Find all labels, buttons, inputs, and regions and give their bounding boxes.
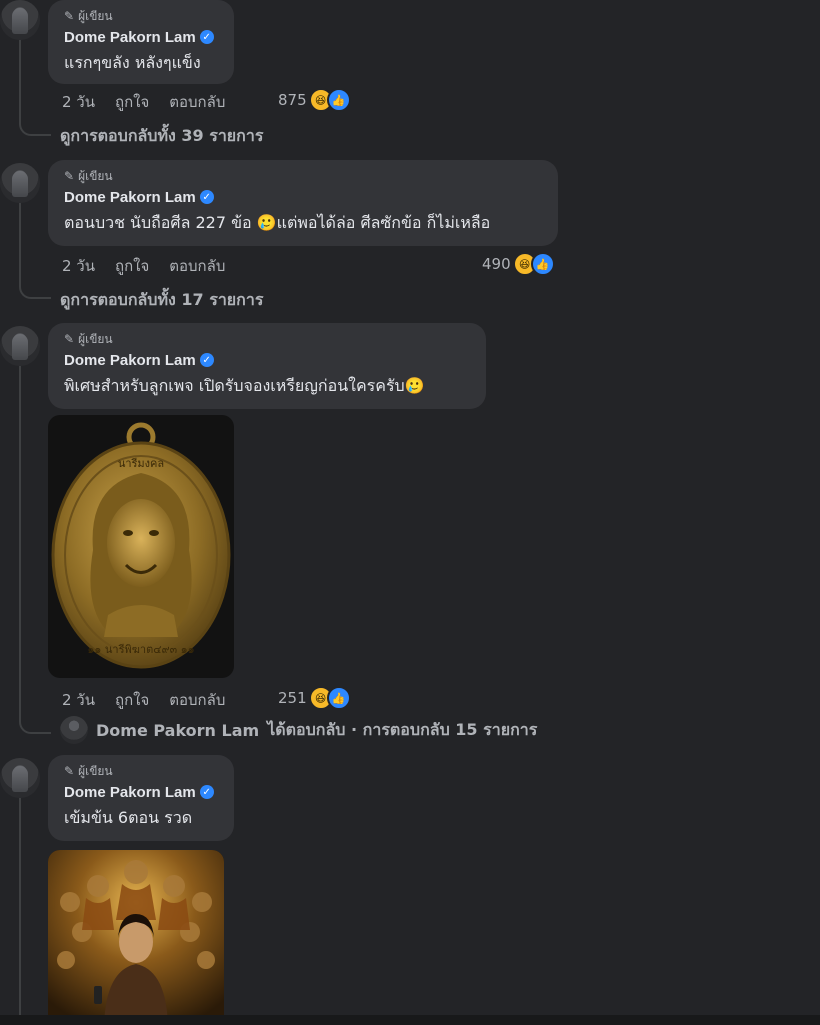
verified-badge-icon: ✓ <box>199 30 214 44</box>
comment-actions: 2 วัน ถูกใจ ตอบกลับ <box>62 688 225 712</box>
like-reaction-icon: 👍 <box>326 88 351 112</box>
author-name[interactable]: Dome Pakorn Lam <box>64 352 196 369</box>
reply-author-name: Dome Pakorn Lam <box>96 720 260 740</box>
author-name[interactable]: Dome Pakorn Lam <box>64 189 196 206</box>
thread-curve <box>19 718 51 734</box>
reply-button[interactable]: ตอบกลับ <box>169 90 225 114</box>
verified-badge-icon: ✓ <box>199 353 214 367</box>
thread-curve <box>19 120 51 136</box>
reply-author-avatar <box>60 716 88 744</box>
view-replies-link[interactable]: ดูการตอบกลับทั้ง 17 รายการ <box>60 288 263 313</box>
like-reaction-icon: 👍 <box>530 252 555 276</box>
pencil-icon: ✎ <box>64 9 75 23</box>
comment-bubble: ✎ ผู้เขียน Dome Pakorn Lam ✓ แรกๆขลัง หล… <box>48 0 234 84</box>
author-tag-label: ผู้เขียน <box>78 763 113 778</box>
comment-actions: 2 วัน ถูกใจ ตอบกลับ <box>62 254 225 278</box>
reaction-summary[interactable]: 490 😆 👍 <box>482 252 555 276</box>
author-tag: ✎ ผู้เขียน <box>64 168 544 184</box>
verified-badge-icon: ✓ <box>199 785 214 799</box>
medal-top-text: นารีมงคล <box>118 457 164 470</box>
thread-curve <box>19 283 51 299</box>
medal-image[interactable]: นารีมงคล ๑๑ นารีพิฆาต๔๙๓ ๑๑ <box>48 415 234 678</box>
like-reaction-icon: 👍 <box>326 686 351 710</box>
comment-text: เข้มข้น 6ตอน รวด <box>64 808 193 827</box>
author-avatar[interactable] <box>0 326 40 366</box>
thread-line <box>19 366 21 718</box>
author-tag-label: ผู้เขียน <box>78 168 113 183</box>
reaction-count: 875 <box>278 91 307 109</box>
thread-line <box>19 203 21 283</box>
author-avatar[interactable] <box>0 0 40 40</box>
reaction-summary[interactable]: 875 😆 👍 <box>278 88 351 112</box>
thread-line <box>19 40 21 120</box>
comment-actions: 2 วัน ถูกใจ ตอบกลับ <box>62 90 225 114</box>
comment-time[interactable]: 2 วัน <box>62 688 95 712</box>
like-button[interactable]: ถูกใจ <box>115 254 149 278</box>
comment-time[interactable]: 2 วัน <box>62 90 95 114</box>
author-tag: ✎ ผู้เขียน <box>64 8 220 24</box>
author-tag-label: ผู้เขียน <box>78 331 113 346</box>
bottom-scrollbar <box>0 1015 820 1025</box>
comment-text: แรกๆขลัง หลังๆแข็ง <box>64 53 201 72</box>
pencil-icon: ✎ <box>64 169 75 183</box>
verified-badge-icon: ✓ <box>199 190 214 204</box>
like-button[interactable]: ถูกใจ <box>115 90 149 114</box>
comment-text: ตอนบวช นับถือศีล 227 ข้อ 🥲แต่พอได้ล่อ ศี… <box>64 213 491 232</box>
reaction-count: 490 <box>482 255 511 273</box>
author-tag: ✎ ผู้เขียน <box>64 763 220 779</box>
comment-bubble: ✎ ผู้เขียน Dome Pakorn Lam ✓ เข้มข้น 6ตอ… <box>48 755 234 841</box>
pencil-icon: ✎ <box>64 332 75 346</box>
medal-bottom-text: ๑๑ นารีพิฆาต๔๙๓ ๑๑ <box>87 643 194 656</box>
poster-image[interactable] <box>48 850 224 1025</box>
comment-time[interactable]: 2 วัน <box>62 254 95 278</box>
reaction-summary[interactable]: 251 😆 👍 <box>278 686 351 710</box>
thread-line <box>19 798 21 1025</box>
pencil-icon: ✎ <box>64 764 75 778</box>
reply-button[interactable]: ตอบกลับ <box>169 688 225 712</box>
comment-text: พิเศษสำหรับลูกเพจ เปิดรับจองเหรียญก่อนใค… <box>64 376 425 395</box>
author-avatar[interactable] <box>0 758 40 798</box>
author-avatar[interactable] <box>0 163 40 203</box>
reaction-count: 251 <box>278 689 307 707</box>
medal-illustration: นารีมงคล ๑๑ นารีพิฆาต๔๙๓ ๑๑ <box>51 422 231 669</box>
author-tag-label: ผู้เขียน <box>78 8 113 23</box>
reply-summary-link[interactable]: Dome Pakorn Lam ได้ตอบกลับ · การตอบกลับ … <box>60 716 537 744</box>
reply-button[interactable]: ตอบกลับ <box>169 254 225 278</box>
author-name[interactable]: Dome Pakorn Lam <box>64 784 196 801</box>
reply-summary-text: ได้ตอบกลับ · การตอบกลับ 15 รายการ <box>267 719 538 739</box>
view-replies-link[interactable]: ดูการตอบกลับทั้ง 39 รายการ <box>60 124 263 149</box>
author-name[interactable]: Dome Pakorn Lam <box>64 29 196 46</box>
poster-illustration <box>48 850 224 1025</box>
comment-bubble: ✎ ผู้เขียน Dome Pakorn Lam ✓ ตอนบวช นับถ… <box>48 160 558 246</box>
like-button[interactable]: ถูกใจ <box>115 688 149 712</box>
comment-bubble: ✎ ผู้เขียน Dome Pakorn Lam ✓ พิเศษสำหรับ… <box>48 323 486 409</box>
author-tag: ✎ ผู้เขียน <box>64 331 472 347</box>
